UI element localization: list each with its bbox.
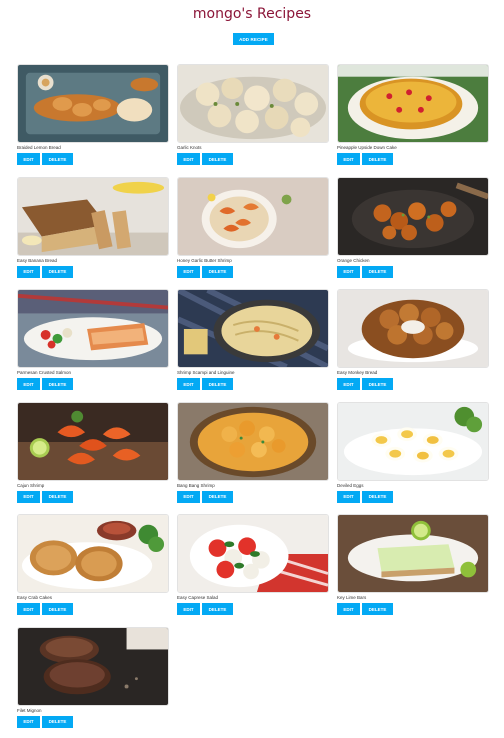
recipe-photo: [17, 64, 169, 143]
recipe-name: Honey Garlic Butter Shrimp: [177, 257, 232, 263]
edit-button[interactable]: EDIT: [337, 490, 360, 503]
edit-button[interactable]: EDIT: [17, 378, 40, 390]
recipe-card: Easy Caprese Salad EDIT DELETE: [177, 514, 329, 627]
recipe-actions: EDIT DELETE: [337, 490, 393, 503]
edit-button[interactable]: EDIT: [177, 490, 200, 503]
recipe-card: Cajun Shrimp EDIT DELETE: [17, 401, 169, 515]
recipe-name: Key Lime Bars: [337, 595, 367, 600]
delete-button[interactable]: DELETE: [42, 490, 73, 503]
recipe-card: Garlic Knots EDIT DELETE: [177, 64, 329, 177]
recipe-photo: [17, 401, 169, 481]
delete-button[interactable]: DELETE: [202, 265, 233, 278]
recipe-actions: EDIT DELETE: [17, 153, 73, 165]
recipe-photo: [177, 401, 329, 481]
recipe-photo: [177, 176, 329, 256]
edit-button[interactable]: EDIT: [17, 603, 40, 615]
recipe-actions: EDIT DELETE: [17, 490, 73, 503]
recipe-name: Easy Banana Bread: [17, 257, 58, 263]
recipe-name: Cajun Shrimp: [17, 482, 45, 488]
recipe-actions: EDIT DELETE: [337, 153, 393, 165]
delete-button[interactable]: DELETE: [362, 265, 393, 278]
recipe-actions: EDIT DELETE: [177, 265, 233, 278]
recipe-photo: [177, 64, 329, 143]
delete-button[interactable]: DELETE: [362, 603, 393, 615]
recipe-actions: EDIT DELETE: [177, 490, 233, 503]
recipe-name: Easy Monkey Bread: [337, 370, 378, 375]
recipe-name: Bang Bang Shrimp: [177, 482, 215, 488]
recipe-photo: [17, 289, 169, 368]
add-recipe-button[interactable]: ADD RECIPE: [233, 33, 274, 45]
delete-button[interactable]: DELETE: [362, 378, 393, 390]
delete-button[interactable]: DELETE: [42, 265, 73, 278]
recipe-name: Braided Lemon Bread: [17, 145, 61, 150]
delete-button[interactable]: DELETE: [42, 603, 73, 615]
recipe-card: Filet Mignon EDIT DELETE: [17, 626, 169, 738]
recipe-actions: EDIT DELETE: [177, 378, 233, 390]
edit-button[interactable]: EDIT: [17, 153, 40, 165]
recipe-card: Easy Crab Cakes EDIT DELETE: [17, 514, 169, 627]
recipe-card: Key Lime Bars EDIT DELETE: [337, 514, 489, 627]
page-title: mongo's Recipes: [192, 6, 312, 22]
recipe-photo: [337, 514, 489, 593]
recipe-card: Orange Chicken EDIT DELETE: [337, 176, 489, 290]
recipe-photo: [17, 176, 169, 256]
edit-button[interactable]: EDIT: [177, 153, 200, 165]
delete-button[interactable]: DELETE: [202, 603, 233, 615]
edit-button[interactable]: EDIT: [337, 153, 360, 165]
edit-button[interactable]: EDIT: [17, 265, 40, 278]
delete-button[interactable]: DELETE: [42, 153, 73, 165]
recipe-actions: EDIT DELETE: [17, 378, 73, 390]
recipe-photo: [337, 401, 489, 481]
edit-button[interactable]: EDIT: [17, 490, 40, 503]
edit-button[interactable]: EDIT: [177, 603, 200, 615]
delete-button[interactable]: DELETE: [362, 490, 393, 503]
edit-button[interactable]: EDIT: [177, 265, 200, 278]
recipe-name: Parmesan Crusted Salmon: [17, 370, 72, 375]
recipe-actions: EDIT DELETE: [177, 603, 233, 615]
recipe-actions: EDIT DELETE: [337, 378, 393, 390]
recipe-card: Shrimp Scampi and Linguine EDIT DELETE: [177, 289, 329, 402]
recipe-card: Pineapple Upside Down Cake EDIT DELETE: [337, 64, 489, 177]
recipe-photo: [177, 289, 329, 368]
delete-button[interactable]: DELETE: [42, 715, 73, 728]
recipe-name: Orange Chicken: [337, 257, 370, 263]
recipe-name: Easy Crab Cakes: [17, 595, 53, 600]
recipe-actions: EDIT DELETE: [177, 153, 233, 165]
edit-button[interactable]: EDIT: [337, 378, 360, 390]
recipe-name: Deviled Eggs: [337, 482, 364, 488]
recipe-photo: [337, 64, 489, 143]
delete-button[interactable]: DELETE: [202, 378, 233, 390]
recipe-card: Honey Garlic Butter Shrimp EDIT DELETE: [177, 176, 329, 290]
edit-button[interactable]: EDIT: [177, 378, 200, 390]
recipe-photo: [177, 514, 329, 593]
recipe-name: Garlic Knots: [177, 145, 202, 150]
recipe-card: Deviled Eggs EDIT DELETE: [337, 401, 489, 515]
recipe-card: Parmesan Crusted Salmon EDIT DELETE: [17, 289, 169, 402]
edit-button[interactable]: EDIT: [337, 603, 360, 615]
recipe-photo: [337, 289, 489, 368]
delete-button[interactable]: DELETE: [42, 378, 73, 390]
recipe-actions: EDIT DELETE: [337, 265, 393, 278]
recipe-name: Pineapple Upside Down Cake: [337, 145, 397, 150]
recipe-actions: EDIT DELETE: [17, 265, 73, 278]
recipe-card: Bang Bang Shrimp EDIT DELETE: [177, 401, 329, 515]
edit-button[interactable]: EDIT: [17, 715, 40, 728]
recipe-photo: [17, 514, 169, 593]
recipe-name: Filet Mignon: [17, 707, 42, 713]
recipe-actions: EDIT DELETE: [337, 603, 393, 615]
recipe-photo: [337, 176, 489, 256]
recipe-card: Braided Lemon Bread EDIT DELETE: [17, 64, 169, 177]
recipe-grid: Braided Lemon Bread EDIT DELETE Garlic K…: [17, 64, 491, 738]
recipe-actions: EDIT DELETE: [17, 715, 73, 728]
recipe-name: Shrimp Scampi and Linguine: [177, 370, 235, 375]
recipe-name: Easy Caprese Salad: [177, 595, 219, 600]
recipe-card: Easy Monkey Bread EDIT DELETE: [337, 289, 489, 402]
delete-button[interactable]: DELETE: [362, 153, 393, 165]
edit-button[interactable]: EDIT: [337, 265, 360, 278]
delete-button[interactable]: DELETE: [202, 490, 233, 503]
recipe-photo: [17, 626, 169, 706]
delete-button[interactable]: DELETE: [202, 153, 233, 165]
recipe-actions: EDIT DELETE: [17, 603, 73, 615]
recipe-card: Easy Banana Bread EDIT DELETE: [17, 176, 169, 290]
